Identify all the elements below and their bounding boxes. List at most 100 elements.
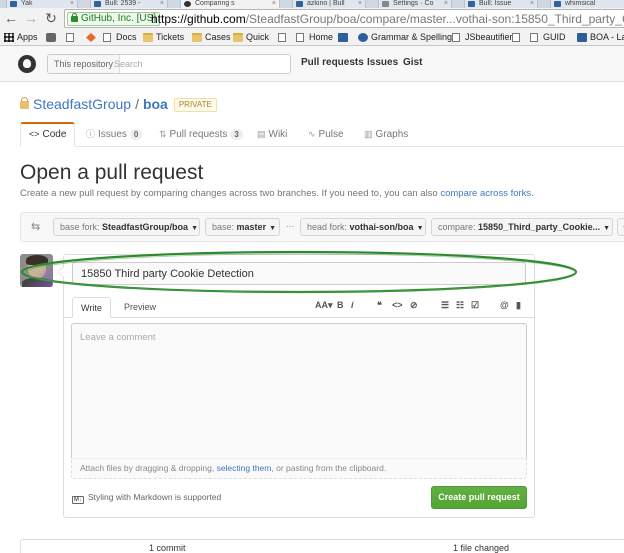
search-input[interactable] xyxy=(112,55,288,73)
issues-counter: 0 xyxy=(129,129,143,140)
italic-icon[interactable]: i xyxy=(351,300,354,311)
bookmark-grammar[interactable]: Grammar & Spelling xyxy=(358,31,452,44)
bull-icon xyxy=(338,33,348,42)
bookmark-apps[interactable]: Apps xyxy=(4,31,38,44)
bookmark-guid[interactable]: GUID xyxy=(530,31,566,44)
bookmark-page[interactable] xyxy=(512,31,522,44)
link-icon[interactable]: ⊘ xyxy=(410,300,418,311)
url-text[interactable]: https://github.com/SteadfastGroup/boa/co… xyxy=(151,12,624,26)
nav-gist[interactable]: Gist xyxy=(403,57,422,68)
github-octocat-icon[interactable] xyxy=(18,55,36,73)
bookmark-docs[interactable]: Docs xyxy=(103,31,137,44)
orange-diamond-icon xyxy=(86,33,96,42)
bookmark-quick[interactable]: Quick xyxy=(233,31,269,44)
select-files-link[interactable]: selecting them xyxy=(217,463,272,473)
bookmark-bull[interactable] xyxy=(338,31,348,44)
folder-icon xyxy=(233,33,243,42)
repo-owner-link[interactable]: SteadfastGroup xyxy=(33,96,131,112)
forward-arrow-icon[interactable]: → xyxy=(23,10,39,26)
page-icon xyxy=(452,33,460,42)
tab-favicon-icon xyxy=(94,1,101,7)
browser-tab[interactable]: Settings · Co × xyxy=(378,0,452,8)
files-changed-count[interactable]: 1 file changed xyxy=(453,543,509,553)
reload-icon[interactable]: ↻ xyxy=(43,10,59,26)
compare-across-forks-link[interactable]: compare across forks xyxy=(440,188,531,199)
tab-favicon-icon xyxy=(554,1,561,7)
tab-pulse[interactable]: ∿ Pulse xyxy=(308,122,344,147)
page-icon xyxy=(278,33,286,42)
compare-branch-select[interactable]: compare: 15850_Third_party_Cookie... ▼ xyxy=(431,218,613,236)
mention-icon[interactable]: @ xyxy=(500,300,509,311)
repo-name-link[interactable]: boa xyxy=(143,96,168,112)
code-icon[interactable]: <> xyxy=(392,300,403,311)
quote-icon[interactable]: ❝ xyxy=(377,300,382,311)
text-size-icon[interactable]: AA▾ xyxy=(315,300,333,311)
repo-title: SteadfastGroup / boa PRIVATE xyxy=(20,95,217,113)
settings-favicon-icon xyxy=(382,1,389,7)
git-compare-icon[interactable]: ⇆ xyxy=(31,220,40,233)
graph-icon: ▥ xyxy=(364,129,373,139)
close-icon[interactable]: × xyxy=(70,0,74,7)
tab-issues[interactable]: ⓘ Issues 0 xyxy=(86,122,143,147)
browser-tab[interactable]: Yak × xyxy=(6,0,78,8)
head-fork-select[interactable]: head fork: vothai-son/boa ▼ xyxy=(300,218,426,236)
browser-tab[interactable]: Bull: 2539 - × xyxy=(90,0,168,8)
back-arrow-icon[interactable]: ← xyxy=(3,10,19,26)
tab-graphs[interactable]: ▥ Graphs xyxy=(364,122,408,147)
nav-issues[interactable]: Issues xyxy=(367,57,398,68)
page-icon xyxy=(512,33,520,42)
base-fork-select[interactable]: base fork: SteadfastGroup/boa ▼ xyxy=(53,218,200,236)
close-icon[interactable]: × xyxy=(272,0,276,7)
puzzle-icon xyxy=(46,33,56,42)
bookmark-icon[interactable]: ▮ xyxy=(516,300,521,311)
browser-tab-active[interactable]: Comparing s × xyxy=(180,0,280,8)
lock-icon xyxy=(20,97,29,109)
pr-title-input[interactable] xyxy=(72,262,526,285)
task-list-icon[interactable]: ☑ xyxy=(471,300,479,311)
numbered-list-icon[interactable]: ☷ xyxy=(456,300,464,311)
page-icon xyxy=(103,33,111,42)
browser-tab[interactable]: azkino | Bull × xyxy=(292,0,366,8)
close-icon[interactable]: × xyxy=(160,0,164,7)
private-label: PRIVATE xyxy=(173,98,217,112)
address-bar[interactable]: GitHub, Inc. [US] https://github.com/Ste… xyxy=(64,9,624,28)
bookmark-page[interactable] xyxy=(66,31,76,44)
browser-tab[interactable]: whimsical xyxy=(550,0,624,8)
bookmarks-bar: Apps Docs Tickets Cases Quick Home Gramm… xyxy=(0,29,624,46)
commits-count[interactable]: 1 commit xyxy=(149,543,186,553)
bookmark-tickets[interactable]: Tickets xyxy=(143,31,184,44)
truncated-select[interactable]: ▼ xyxy=(617,218,624,236)
pull-request-form: Write Preview AA▾ B i ❝ <> ⊘ ☰ ☷ ☑ @ ▮ A… xyxy=(57,254,535,518)
book-icon: ▤ xyxy=(257,129,266,139)
tab-pull-requests[interactable]: ⇅ Pull requests 3 xyxy=(159,122,243,147)
secure-badge[interactable]: GitHub, Inc. [US] xyxy=(67,12,161,26)
markdown-note[interactable]: M↓ Styling with Markdown is supported xyxy=(72,492,221,504)
browser-tab[interactable]: Bull: Issue × xyxy=(464,0,538,8)
bull-icon xyxy=(577,33,587,42)
tab-code[interactable]: <> Code xyxy=(20,122,76,147)
close-icon[interactable]: × xyxy=(530,0,534,7)
tab-write[interactable]: Write xyxy=(72,297,111,318)
bullet-list-icon[interactable]: ☰ xyxy=(441,300,449,311)
close-icon[interactable]: × xyxy=(358,0,362,7)
base-branch-select[interactable]: base: master ▼ xyxy=(205,218,280,236)
grammar-icon xyxy=(358,33,368,42)
bold-icon[interactable]: B xyxy=(337,300,344,311)
comment-textarea[interactable] xyxy=(71,323,527,458)
nav-pull-requests[interactable]: Pull requests xyxy=(301,57,364,68)
bookmark-extension[interactable] xyxy=(46,31,56,44)
bookmark-home[interactable]: Home xyxy=(296,31,333,44)
tab-preview[interactable]: Preview xyxy=(116,297,164,318)
bookmark-cases[interactable]: Cases xyxy=(192,31,231,44)
apps-grid-icon xyxy=(4,33,14,42)
bookmark-boa[interactable]: BOA - La xyxy=(577,31,624,44)
bookmark-orange[interactable] xyxy=(86,31,96,44)
file-attach-bar[interactable]: Attach files by dragging & dropping, sel… xyxy=(71,458,527,479)
bookmark-jsbeautifier[interactable]: JSbeautifier xyxy=(452,31,513,44)
tab-wiki[interactable]: ▤ Wiki xyxy=(257,122,287,147)
create-pull-request-button[interactable]: Create pull request xyxy=(431,486,527,509)
close-icon[interactable]: × xyxy=(444,0,448,7)
avatar[interactable] xyxy=(20,254,53,287)
bookmark-page[interactable] xyxy=(278,31,288,44)
lock-icon xyxy=(71,13,78,22)
